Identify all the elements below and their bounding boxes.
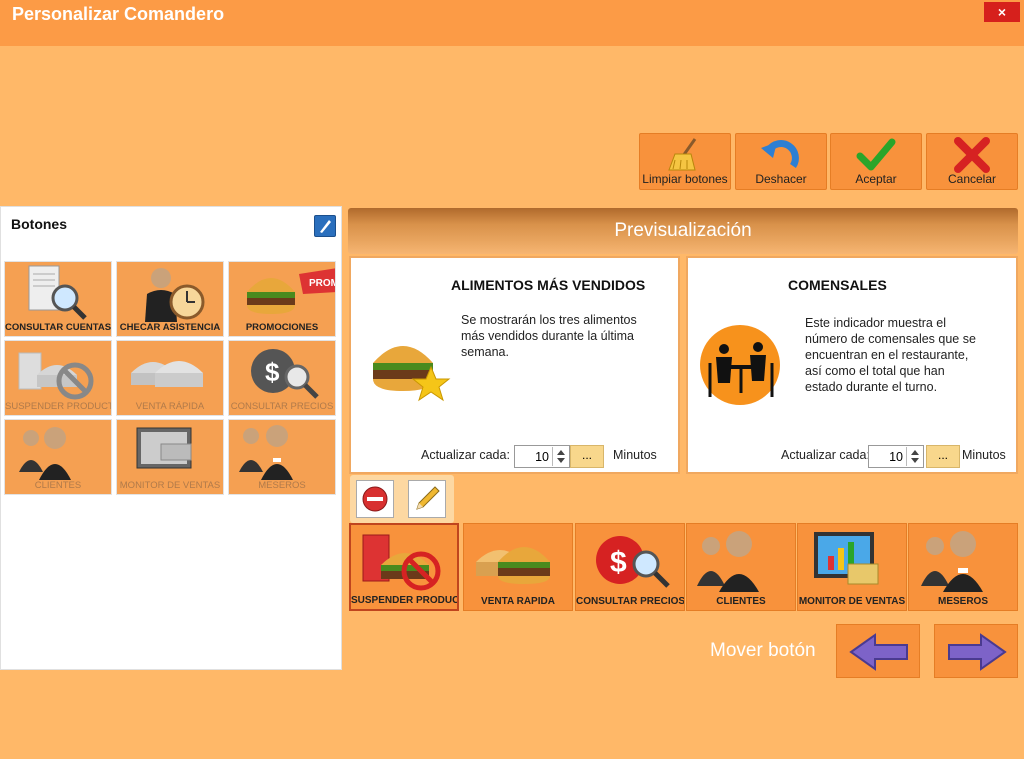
remove-icon (362, 486, 388, 512)
check-icon (831, 136, 921, 174)
svg-text:$: $ (610, 546, 627, 579)
grid-button-label: SUSPENDER PRODUCTO (5, 401, 111, 412)
grid-button-promociones[interactable]: PROM PROMOCIONES (228, 261, 336, 337)
promo-badge-text: PROM (309, 278, 336, 289)
update-label: Actualizar cada: (781, 448, 870, 462)
grid-button-label: VENTA RÁPIDA (135, 401, 205, 412)
selected-button-label: SUSPENDER PRODUCTO (351, 595, 457, 606)
selected-button-label: MESEROS (937, 596, 988, 607)
card-description: Se mostrarán los tres alimentos más vend… (461, 313, 637, 359)
selected-button-label: VENTA RÁPIDA (481, 596, 555, 607)
card-title: COMENSALES (788, 277, 887, 293)
title-bar: Personalizar Comandero × (0, 0, 1024, 46)
suspend-product-icon (5, 343, 111, 401)
preview-title: Previsualización (614, 220, 752, 241)
unit-label: Minutos (962, 448, 1006, 462)
preview-header: Previsualización (348, 208, 1018, 254)
grid-button-clientes[interactable]: CLIENTES (4, 419, 112, 495)
clock-waiter-icon (117, 264, 223, 322)
selected-button-label: CLIENTES (716, 596, 766, 607)
undo-button[interactable]: Deshacer (735, 133, 827, 190)
accept-label: Aceptar (855, 172, 897, 186)
close-button[interactable]: × (984, 2, 1020, 22)
suspend-product-icon (351, 527, 457, 593)
grid-button-checar-asistencia[interactable]: CHECAR ASISTENCIA (116, 261, 224, 337)
sales-monitor-icon (117, 422, 223, 480)
move-button-label: Mover botón (710, 640, 816, 661)
pencil-icon (416, 486, 440, 510)
card-top-selling: ALIMENTOS MÁS VENDIDOS Se mostrarán los … (349, 256, 680, 474)
card-title: ALIMENTOS MÁS VENDIDOS (451, 277, 646, 293)
move-right-button[interactable] (934, 624, 1018, 678)
waiters-icon (909, 526, 1017, 592)
diners-icon (696, 323, 786, 413)
cancel-button[interactable]: Cancelar (926, 133, 1018, 190)
sales-monitor-icon (798, 526, 906, 592)
arrow-left-icon (849, 633, 908, 671)
clear-buttons-button[interactable]: Limpiar botones (639, 133, 731, 190)
grid-button-venta-rapida[interactable]: VENTA RÁPIDA (116, 340, 224, 416)
card-description: Este indicador muestra el número de come… (805, 316, 976, 394)
selected-button-consultar-precios[interactable]: $ CONSULTAR PRECIOS (575, 523, 685, 611)
burger-promo-icon: PROM (229, 264, 335, 322)
interval-options-button[interactable]: ... (570, 445, 604, 468)
cancel-x-icon (927, 136, 1017, 174)
arrow-right-icon (948, 633, 1007, 671)
grid-button-meseros[interactable]: MESEROS (228, 419, 336, 495)
remove-button[interactable] (356, 480, 394, 518)
undo-icon (736, 136, 826, 174)
burger-star-icon (369, 333, 453, 408)
spinner-arrows-icon[interactable] (552, 447, 568, 466)
grid-button-label: MONITOR DE VENTAS (119, 480, 221, 491)
broom-icon (640, 136, 730, 174)
update-interval-value: 10 (535, 450, 549, 464)
unit-label: Minutos (613, 448, 657, 462)
grid-button-label: CLIENTES (34, 480, 82, 491)
grid-button-label: CONSULTAR CUENTAS (5, 322, 111, 333)
buttons-panel: Botones CONSULTAR CUENTAS CHECAR ASISTEN… (0, 206, 342, 670)
grid-button-consultar-precios[interactable]: $ CONSULTAR PRECIOS (228, 340, 336, 416)
update-interval-spinner[interactable]: 10 (514, 445, 570, 468)
selected-button-venta-rapida[interactable]: VENTA RÁPIDA (463, 523, 573, 611)
grid-button-label: MESEROS (258, 480, 306, 491)
selected-button-label: CONSULTAR PRECIOS (576, 596, 684, 607)
selected-button-meseros[interactable]: MESEROS (908, 523, 1018, 611)
help-icon[interactable] (314, 215, 336, 237)
card-diners: COMENSALES Este indicador muestra el núm… (686, 256, 1018, 474)
price-search-icon: $ (229, 343, 335, 401)
selected-button-monitor-de-ventas[interactable]: MONITOR DE VENTAS (797, 523, 907, 611)
waiters-icon (229, 422, 335, 480)
grid-button-label: PROMOCIONES (245, 322, 319, 333)
clear-buttons-label: Limpiar botones (642, 172, 728, 186)
cancel-label: Cancelar (947, 172, 997, 186)
button-edit-popup (350, 475, 454, 523)
spinner-arrows-icon[interactable] (906, 447, 922, 466)
price-search-icon: $ (576, 526, 684, 592)
grid-button-label: CHECAR ASISTENCIA (119, 322, 221, 333)
update-label: Actualizar cada: (421, 448, 510, 462)
window-title: Personalizar Comandero (12, 4, 225, 24)
buttons-panel-title: Botones (11, 216, 67, 232)
grid-button-suspender-producto[interactable]: SUSPENDER PRODUCTO (4, 340, 112, 416)
interval-options-button[interactable]: ... (926, 445, 960, 468)
selected-button-suspender-producto[interactable]: SUSPENDER PRODUCTO (349, 523, 459, 611)
accept-button[interactable]: Aceptar (830, 133, 922, 190)
grid-button-consultar-cuentas[interactable]: CONSULTAR CUENTAS (4, 261, 112, 337)
clients-icon (687, 526, 795, 592)
selected-button-clientes[interactable]: CLIENTES (686, 523, 796, 611)
burger-icon (117, 343, 223, 401)
receipt-search-icon (5, 264, 111, 322)
selected-button-label: MONITOR DE VENTAS (798, 596, 906, 607)
grid-button-monitor-de-ventas[interactable]: MONITOR DE VENTAS (116, 419, 224, 495)
clients-icon (5, 422, 111, 480)
move-left-button[interactable] (836, 624, 920, 678)
edit-button[interactable] (408, 480, 446, 518)
undo-label: Deshacer (755, 172, 807, 186)
update-interval-value: 10 (889, 450, 903, 464)
update-interval-spinner[interactable]: 10 (868, 445, 924, 468)
burger-icon (464, 526, 572, 592)
svg-text:$: $ (265, 357, 280, 387)
grid-button-label: CONSULTAR PRECIOS (230, 401, 334, 412)
